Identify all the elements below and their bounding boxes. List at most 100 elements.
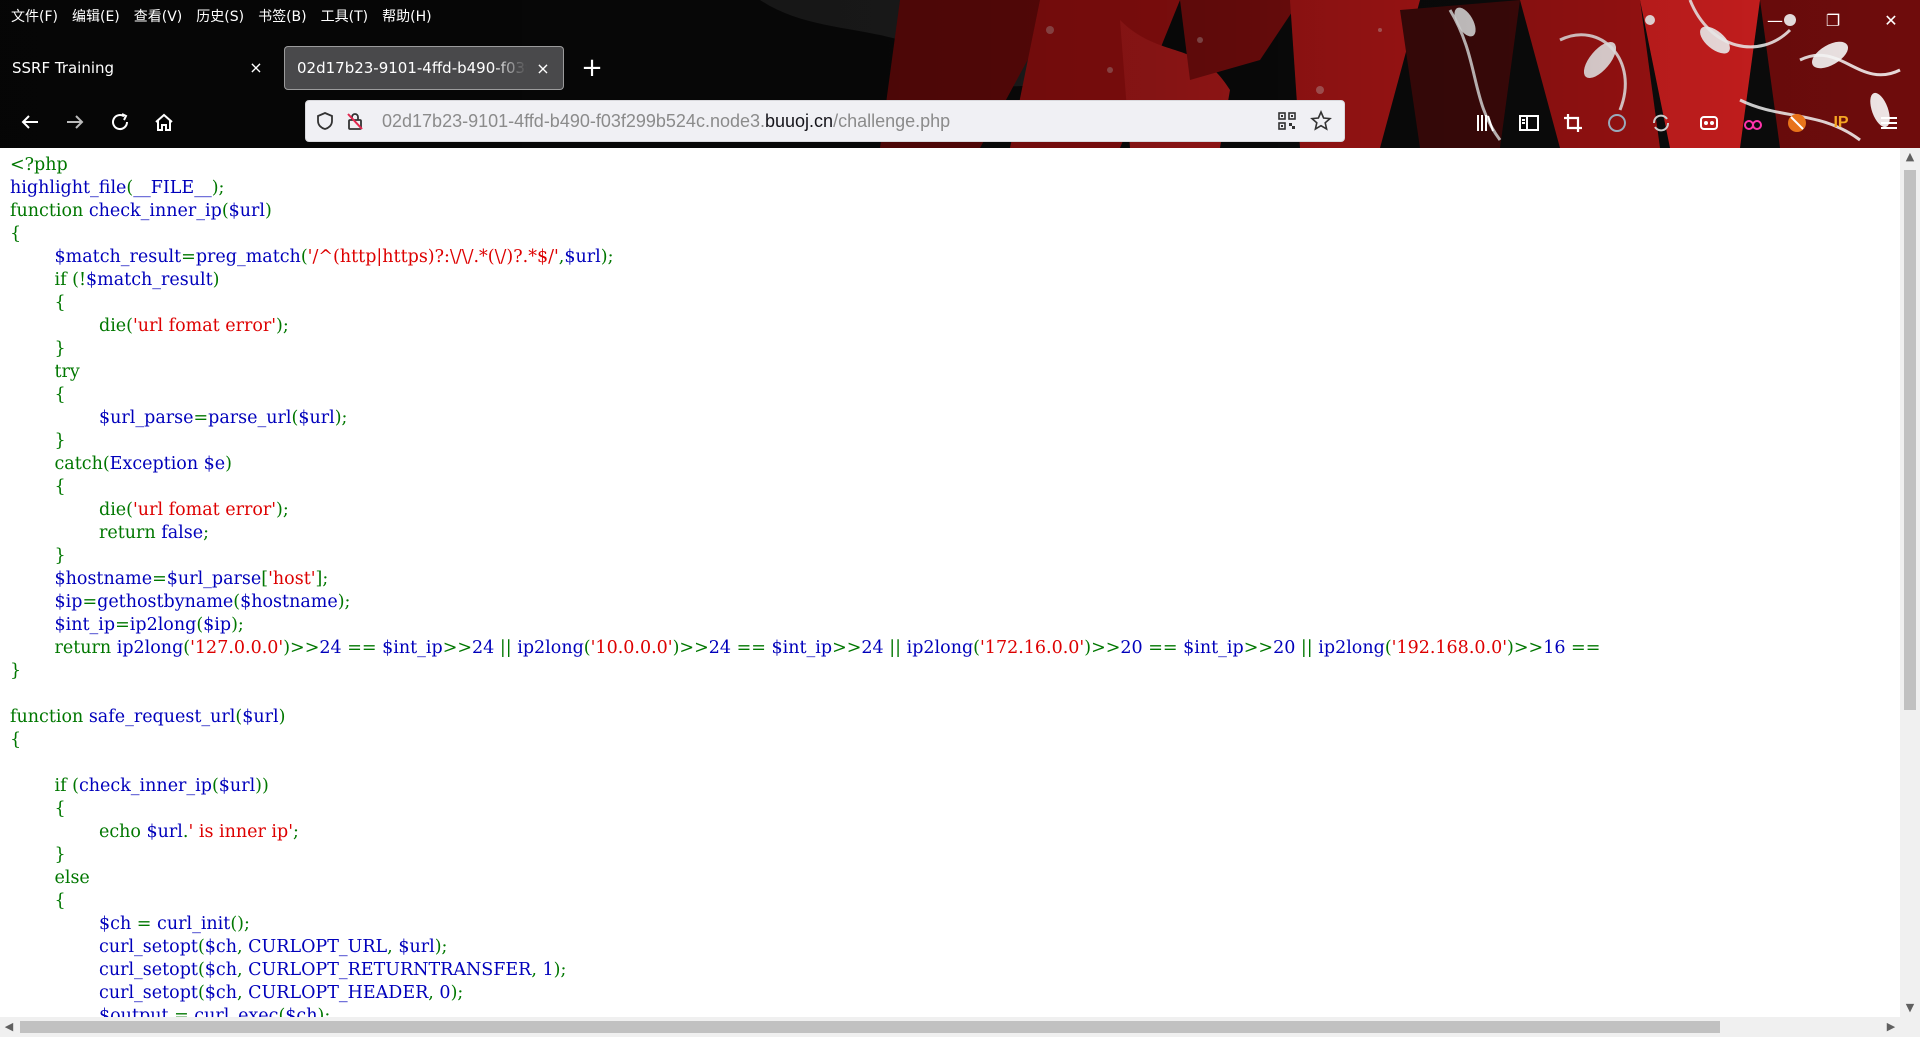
extension-icon[interactable] [1604,110,1630,136]
horizontal-scrollbar[interactable]: ◀ ▶ [0,1017,1900,1037]
code-token: >> [442,638,473,658]
close-window-button[interactable]: ✕ [1862,0,1920,40]
home-button[interactable] [146,104,182,140]
hamburger-menu-icon[interactable] [1876,110,1902,136]
sidebar-icon[interactable] [1516,110,1542,136]
code-token: Exception $e [109,454,226,474]
menu-tools[interactable]: 工具(T) [314,0,375,34]
maximize-icon: ❐ [1825,10,1841,30]
code-token: $ch [204,937,237,957]
forward-button[interactable] [57,104,93,140]
code-token: ( [973,638,980,658]
code-token: $output [99,1006,175,1017]
back-arrow-icon [21,115,38,129]
code-token: 20 [1273,638,1301,658]
back-button[interactable] [12,104,48,140]
code-line: function check_inner_ip($url) [10,201,272,221]
code-token: echo [10,822,147,842]
tab-title: SSRF Training [12,59,115,77]
shield-icon[interactable] [314,110,336,132]
vertical-scrollbar[interactable]: ▲ ▼ [1900,148,1920,1017]
star-icon[interactable] [1310,110,1332,132]
code-token: ); [231,615,244,635]
menu-bookmarks[interactable]: 书签(B) [251,0,314,34]
code-line: $hostname=$url_parse['host']; [10,569,329,589]
maximize-button[interactable]: ❐ [1804,0,1862,40]
blocker-icon[interactable] [1784,110,1810,136]
menu-history[interactable]: 历史(S) [189,0,251,34]
code-line: die('url fomat error'); [10,316,289,336]
window-controls: — ❐ ✕ [1746,0,1920,40]
code-line: } [10,661,21,681]
code-line: <?php [10,155,68,175]
tab-challenge[interactable]: 02d17b23-9101-4ffd-b490-f03f299b524c × [284,46,564,90]
code-token: $match_result [86,270,213,290]
menu-edit[interactable]: 编辑(E) [65,0,127,34]
sync-icon[interactable] [1648,110,1674,136]
scroll-right-icon[interactable]: ▶ [1882,1017,1900,1037]
insecure-lock-icon[interactable] [344,110,366,132]
reload-button[interactable] [102,104,138,140]
page-content: <?php highlight_file(__FILE__); function… [0,148,1900,1017]
qr-code-icon[interactable] [1276,110,1298,132]
code-token: ( [211,776,219,796]
code-line: { [10,293,66,313]
code-token: || [889,638,907,658]
tab-ssrf-training[interactable]: SSRF Training × [0,46,276,90]
code-token: { [10,224,22,244]
code-token: $hostname [240,592,338,612]
code-token: >> [832,638,862,658]
url-bar[interactable]: 02d17b23-9101-4ffd-b490-f03f299b524c.nod… [305,100,1345,142]
code-token: ' is inner ip' [188,822,294,842]
new-tab-button[interactable]: + [572,48,612,88]
code-token: { [10,477,66,497]
code-line: curl_setopt($ch, CURLOPT_HEADER, 0); [10,983,463,1003]
ip-extension-icon[interactable]: IP [1828,110,1854,136]
minimize-button[interactable]: — [1746,0,1804,40]
code-token: '172.16.0.0' [980,638,1085,658]
scroll-down-icon[interactable]: ▼ [1900,999,1920,1017]
url-text[interactable]: 02d17b23-9101-4ffd-b490-f03f299b524c.nod… [382,101,950,141]
code-line: } [10,431,66,451]
code-line: { [10,891,66,911]
code-token: = [193,408,209,428]
code-token: false [161,523,204,543]
container-icon[interactable] [1696,110,1722,136]
code-token: == [736,638,772,658]
scroll-left-icon[interactable]: ◀ [0,1017,18,1037]
url-domain: buuoj.cn [765,111,834,131]
code-token: $ch [285,1006,318,1017]
code-token: ); [450,983,464,1003]
tab-close-icon[interactable]: × [246,58,266,78]
scroll-up-icon[interactable]: ▲ [1900,148,1920,166]
code-token: CURLOPT_URL [248,937,388,957]
code-token: = [174,1006,195,1017]
code-token: == [1148,638,1184,658]
code-token: = [181,247,196,267]
code-token: , [387,937,399,957]
horizontal-scroll-thumb[interactable] [20,1021,1720,1033]
code-token: , [531,960,543,980]
menu-help[interactable]: 帮助(H) [375,0,438,34]
menu-file[interactable]: 文件(F) [4,0,65,34]
vertical-scroll-thumb[interactable] [1904,170,1916,710]
code-token: '192.168.0.0' [1391,638,1508,658]
tab-close-icon[interactable]: × [533,59,553,79]
crop-icon[interactable] [1560,110,1586,136]
privacy-icon[interactable] [1740,110,1766,136]
code-token: curl_setopt [99,937,198,957]
scroll-corner [1900,1017,1920,1037]
library-icon[interactable] [1472,110,1498,136]
code-token: ( [197,937,205,957]
menu-view[interactable]: 查看(V) [127,0,190,34]
code-line: $ch = curl_init(); [10,914,250,934]
code-token: = [115,615,130,635]
code-token: $url [228,201,266,221]
code-token: ip2long [906,638,974,658]
code-token: $match_result [54,247,182,267]
code-token: die( [10,500,133,520]
